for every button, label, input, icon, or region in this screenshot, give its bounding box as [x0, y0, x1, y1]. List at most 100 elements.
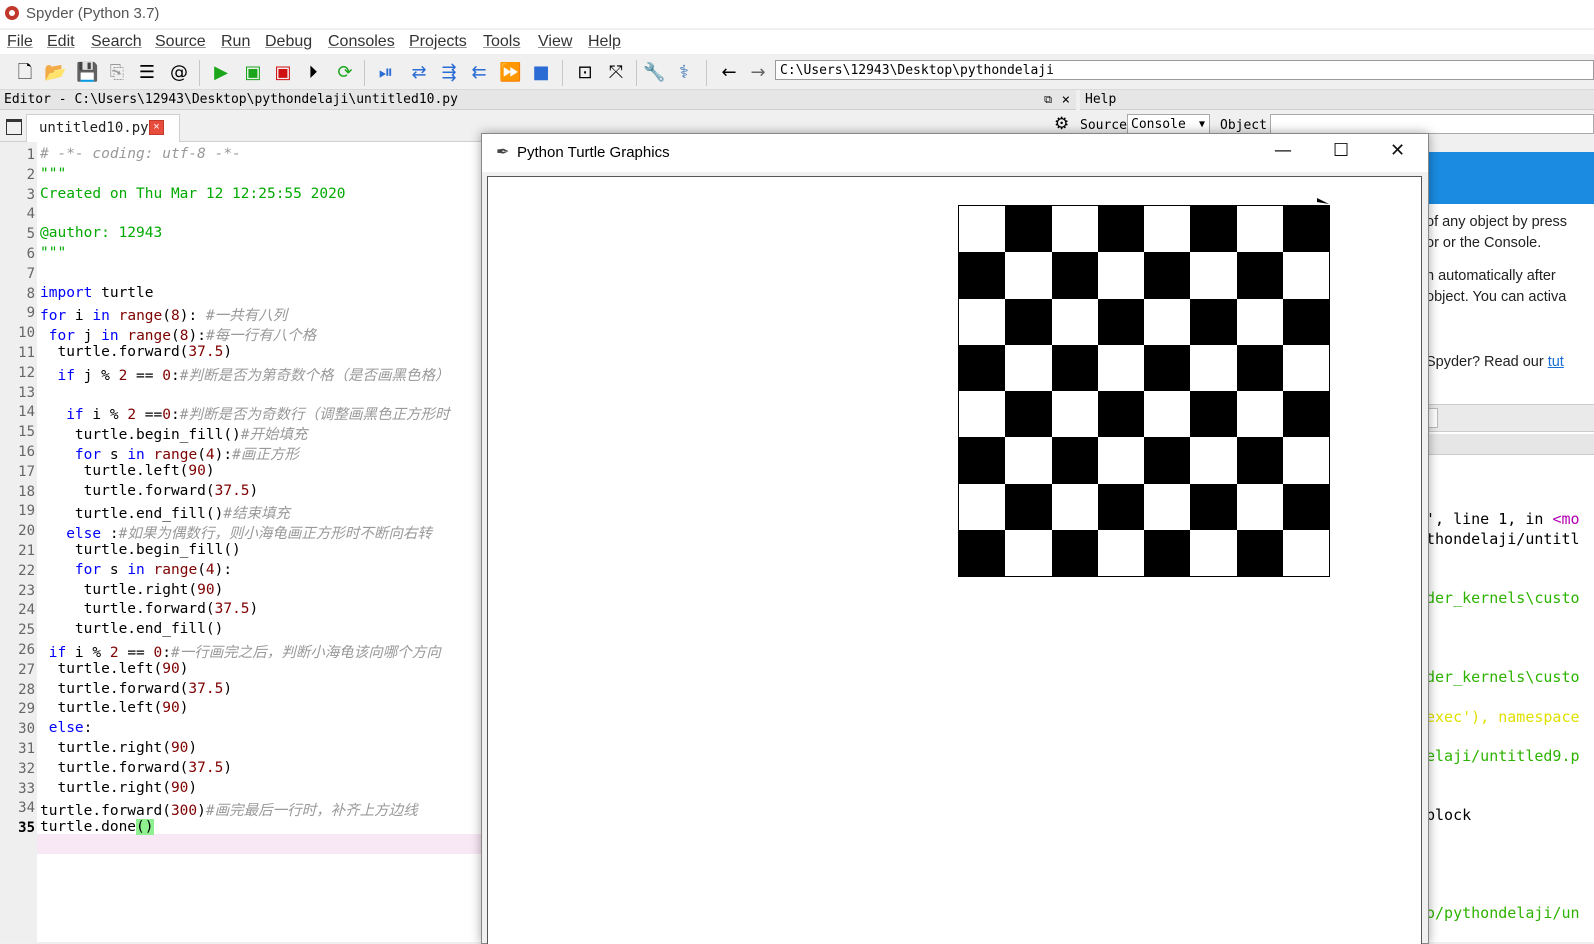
object-input[interactable]	[1270, 114, 1594, 134]
continue-icon[interactable]: ⏩	[499, 62, 521, 84]
code-line: # -*- coding: utf-8 -*-	[40, 146, 241, 162]
window-title: Spyder (Python 3.7)	[26, 5, 160, 22]
menu-projects[interactable]: Projects	[409, 33, 467, 51]
run-cell-advance-icon[interactable]: ▣	[272, 62, 294, 84]
maximize-icon[interactable]: ☐	[1333, 140, 1349, 161]
right-pane: of any object by press or or the Console…	[1426, 152, 1594, 942]
python-path-icon[interactable]: ⚕	[673, 62, 695, 84]
board-cell	[1005, 437, 1052, 484]
menu-consoles[interactable]: Consoles	[328, 33, 395, 51]
source-select[interactable]: Console ▼	[1127, 114, 1210, 134]
maximize-pane-icon[interactable]: ⊡	[574, 62, 596, 84]
undock-icon[interactable]: ⧉	[1044, 90, 1052, 110]
save-all-icon[interactable]: ⎘	[106, 62, 128, 84]
board-cell	[1282, 437, 1329, 484]
menu-file[interactable]: File	[7, 33, 33, 51]
source-value: Console	[1131, 117, 1186, 132]
step-icon[interactable]: ⇄	[408, 62, 430, 84]
gear-icon[interactable]: ⚙	[1054, 114, 1069, 134]
menu-edit[interactable]: Edit	[47, 33, 75, 51]
editor-title-text: Editor - C:\Users\12943\Desktop\pythonde…	[4, 92, 458, 107]
main-toolbar: 🗋 📂 💾 ⎘ ☰ @ ▶ ▣ ▣ ⏵ ⟳ ⏯ ⇄ ⇶ ⇇ ⏩ ■ ⊡ ⤧ 🔧 …	[0, 55, 1594, 90]
run-cell-icon[interactable]: ▣	[242, 62, 264, 84]
board-cell	[1005, 206, 1052, 253]
line-number: 7	[26, 266, 35, 282]
turtle-window[interactable]: ✒ Python Turtle Graphics — ☐ ✕	[481, 133, 1429, 944]
close-pane-icon[interactable]: ×	[1062, 90, 1070, 110]
toolbar-separator	[562, 60, 563, 86]
console-tab-bar	[1426, 434, 1594, 455]
board-cell	[1282, 344, 1329, 391]
line-number: 28	[18, 682, 35, 698]
code-line: turtle.right(90)	[40, 582, 224, 598]
board-cell	[1097, 437, 1144, 484]
step-into-icon[interactable]: ⇶	[438, 62, 460, 84]
board-cell	[1005, 529, 1052, 576]
help-text-line: n automatically after	[1426, 268, 1556, 284]
debug-icon[interactable]: ⏯	[375, 62, 397, 84]
menu-help[interactable]: Help	[588, 33, 621, 51]
board-cell	[1097, 483, 1144, 530]
toolbar-separator	[364, 60, 365, 86]
close-tab-icon[interactable]: ×	[149, 120, 164, 135]
turtle-window-title: Python Turtle Graphics	[517, 144, 670, 161]
open-file-icon[interactable]: 📂	[44, 62, 66, 84]
code-line: else :#如果为偶数行，则小海龟画正方形时不断向右转	[66, 526, 432, 542]
menu-view[interactable]: View	[538, 33, 572, 51]
line-number: 30	[18, 721, 35, 737]
outline-icon[interactable]: ☰	[136, 62, 158, 84]
help-scrollbar[interactable]	[1426, 404, 1594, 432]
board-cell	[1097, 298, 1144, 345]
line-number: 8	[26, 286, 35, 302]
board-cell	[1097, 529, 1144, 576]
back-icon[interactable]: ←	[718, 62, 740, 84]
menu-source[interactable]: Source	[155, 33, 206, 51]
board-cell	[959, 391, 1006, 438]
minimize-icon[interactable]: —	[1274, 140, 1292, 161]
board-cell	[1005, 298, 1052, 345]
stop-icon[interactable]: ■	[530, 62, 552, 84]
close-icon[interactable]: ✕	[1390, 140, 1405, 161]
run-selection-icon[interactable]: ⏵	[302, 62, 324, 84]
code-line: """	[40, 166, 67, 182]
line-number: 22	[18, 563, 35, 579]
step-return-icon[interactable]: ⇇	[468, 62, 490, 84]
board-cell	[1190, 483, 1237, 530]
preferences-icon[interactable]: 🔧	[643, 62, 665, 84]
menu-search[interactable]: Search	[91, 33, 142, 51]
menu-tools[interactable]: Tools	[483, 33, 520, 51]
working-directory-input[interactable]: C:\Users\12943\Desktop\pythondelaji	[775, 60, 1594, 80]
line-number: 4	[26, 206, 35, 222]
board-cell	[1190, 344, 1237, 391]
turtle-cursor-icon	[1317, 198, 1329, 204]
fullscreen-icon[interactable]: ⤧	[605, 62, 627, 84]
line-number: 19	[18, 503, 35, 519]
forward-icon[interactable]: →	[747, 62, 769, 84]
console-text-line: der_kernels\custo	[1426, 668, 1580, 686]
turtle-canvas[interactable]	[487, 176, 1422, 944]
board-cell	[1005, 391, 1052, 438]
tutorial-link[interactable]: tut	[1548, 354, 1564, 370]
at-icon[interactable]: @	[168, 62, 190, 84]
code-line: for i in range(8): #一共有八列	[40, 308, 288, 324]
new-file-icon[interactable]: 🗋	[14, 62, 36, 84]
code-line: if i % 2 ==0:#判断是否为奇数行（调整画黑色正方形时	[66, 407, 450, 423]
code-editor[interactable]: # -*- coding: utf-8 -*- """ Created on Thu…	[37, 142, 482, 942]
run-icon[interactable]: ▶	[210, 62, 232, 84]
menu-debug[interactable]: Debug	[265, 33, 312, 51]
line-number: 2	[26, 167, 35, 183]
scroll-handle[interactable]	[1428, 408, 1438, 428]
rerun-icon[interactable]: ⟳	[334, 62, 356, 84]
menu-run[interactable]: Run	[221, 33, 250, 51]
turtle-title-bar[interactable]: ✒ Python Turtle Graphics — ☐ ✕	[482, 134, 1428, 172]
code-line: turtle.forward(37.5)	[40, 483, 259, 499]
save-icon[interactable]: 💾	[76, 62, 98, 84]
tab-untitled10[interactable]: untitled10.py ×	[26, 114, 180, 142]
board-cell	[1051, 437, 1098, 484]
board-cell	[959, 437, 1006, 484]
toolbar-separator	[636, 60, 637, 86]
browse-tabs-icon[interactable]	[6, 119, 22, 135]
line-number: 16	[18, 444, 35, 460]
code-line: turtle.left(90)	[40, 661, 189, 677]
line-number: 26	[18, 642, 35, 658]
